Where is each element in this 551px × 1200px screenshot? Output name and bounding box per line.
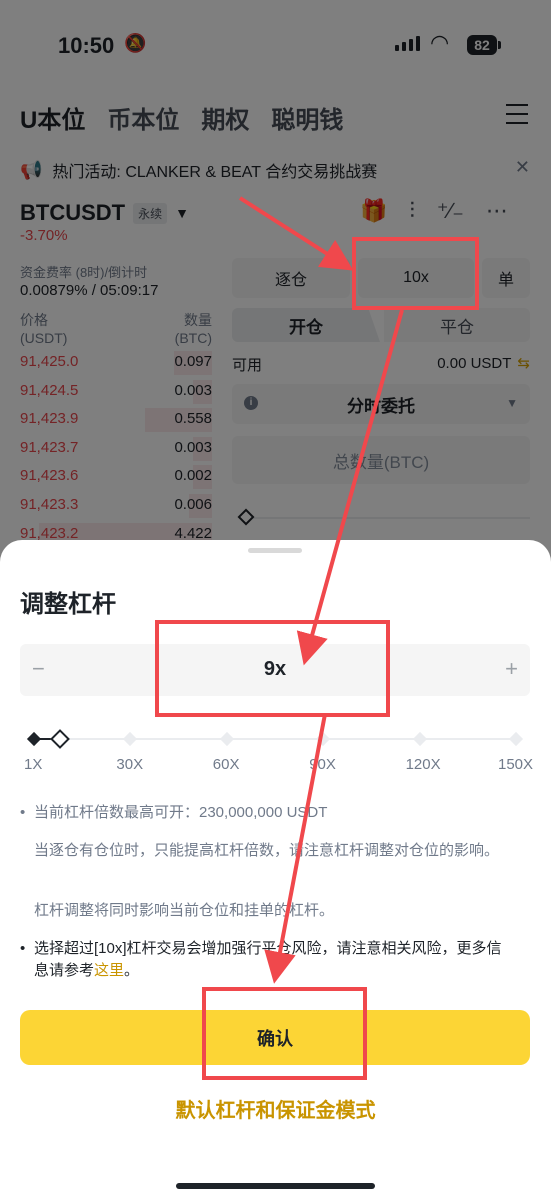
slider-label: 90X bbox=[309, 756, 336, 773]
slider-label: 30X bbox=[116, 756, 144, 773]
slider-label: 120X bbox=[405, 756, 441, 773]
slider-tick[interactable] bbox=[412, 731, 427, 747]
slider-tick[interactable] bbox=[219, 731, 234, 747]
leverage-sheet: 调整杠杆 − 9x + 1X 30X 60X 90X 120X 150X • 当前杠杆倍数最… bbox=[0, 540, 551, 1200]
slider-tick[interactable] bbox=[123, 731, 138, 747]
leverage-value[interactable]: 9x bbox=[20, 658, 530, 681]
default-leverage-link[interactable]: 默认杠杆和保证金模式 bbox=[0, 1094, 551, 1123]
drag-handle[interactable] bbox=[248, 548, 302, 553]
sheet-title: 调整杠杆 bbox=[20, 591, 116, 618]
confirm-button[interactable]: 确认 bbox=[20, 1010, 530, 1065]
leverage-stepper: − 9x + bbox=[20, 644, 530, 696]
slider-tick[interactable] bbox=[316, 731, 331, 747]
slider-handle[interactable] bbox=[49, 729, 70, 749]
slider-label: 60X bbox=[212, 756, 240, 773]
slider-tick[interactable] bbox=[508, 731, 524, 747]
here-link[interactable]: 这里 bbox=[94, 962, 124, 979]
leverage-slider[interactable]: 1X 30X 60X 90X 120X 150X bbox=[20, 729, 534, 780]
slider-track bbox=[34, 738, 516, 740]
slider-tick[interactable] bbox=[26, 731, 42, 747]
slider-label: 1X bbox=[24, 756, 43, 773]
slider-label: 150X bbox=[498, 756, 534, 773]
increase-button[interactable]: + bbox=[505, 656, 518, 682]
home-indicator bbox=[176, 1183, 375, 1189]
